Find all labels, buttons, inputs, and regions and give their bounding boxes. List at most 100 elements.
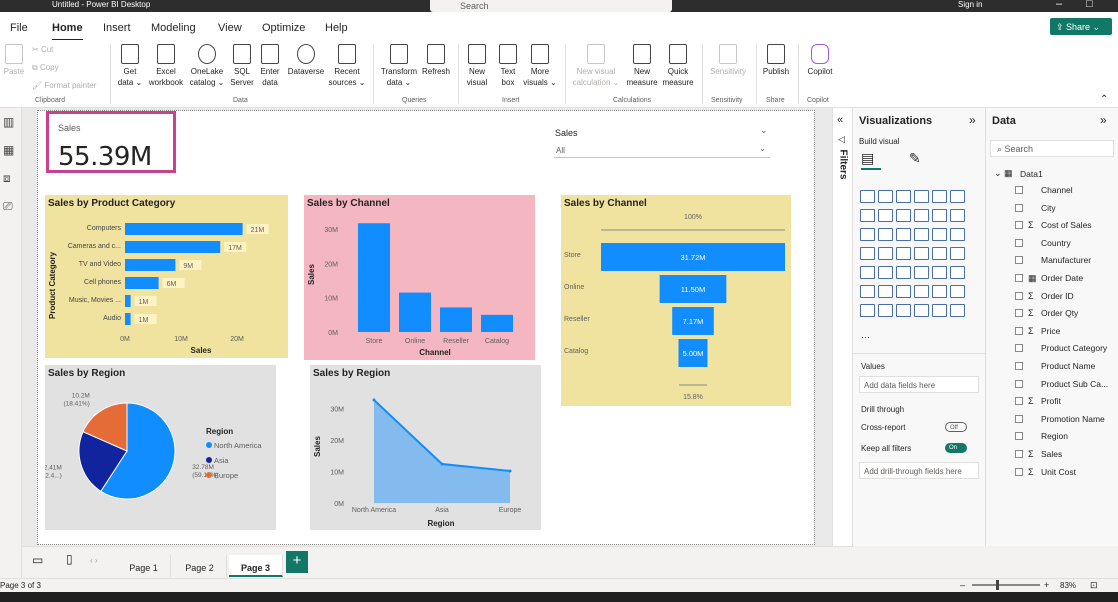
refresh-button[interactable]: Refresh [420, 44, 452, 77]
zoom-in-icon[interactable]: + [1044, 580, 1049, 590]
menu-help[interactable]: Help [325, 22, 348, 34]
values-well[interactable]: Add data fields here [859, 376, 979, 393]
data-search-input[interactable]: ⌕ Search [990, 140, 1114, 157]
visual-type-icon[interactable] [932, 209, 947, 222]
onelake-catalog-button[interactable]: OneLake catalog ⌄ [188, 44, 226, 88]
table-name[interactable]: Data1 [1020, 169, 1043, 179]
visual-type-icon[interactable] [860, 304, 875, 317]
funnel-chart-visual[interactable]: 100% 31.72M Store 11.50M Online 7.17M Reseller… [561, 195, 791, 406]
field-checkbox[interactable] [1015, 326, 1023, 335]
new-measure-button[interactable]: New measure [624, 44, 660, 88]
paste-button[interactable]: Paste [3, 44, 25, 77]
search-box[interactable]: Search [430, 0, 672, 12]
new-visual-button[interactable]: New visual [462, 44, 492, 88]
visual-type-icon[interactable] [878, 285, 893, 298]
visual-type-icon[interactable] [878, 209, 893, 222]
field-checkbox[interactable] [1015, 397, 1023, 406]
field-checkbox[interactable] [1015, 256, 1023, 265]
tab-page-1[interactable]: Page 1 [117, 555, 171, 577]
table-view-icon[interactable]: ▦ [3, 144, 17, 156]
tab-page-2[interactable]: Page 2 [173, 555, 227, 577]
visual-type-icon[interactable] [914, 190, 929, 203]
visual-type-icon[interactable] [914, 285, 929, 298]
more-options-icon[interactable]: ··· [861, 332, 870, 342]
desktop-layout-icon[interactable]: ▭ [32, 553, 43, 567]
visual-type-icon[interactable] [860, 266, 875, 279]
collapse-ribbon-icon[interactable]: ⌃ [1100, 94, 1108, 105]
slicer-chevron-icon[interactable]: ⌄ [760, 125, 768, 136]
field-checkbox[interactable] [1015, 238, 1023, 247]
visual-type-icon[interactable] [914, 304, 929, 317]
visual-type-icon[interactable] [896, 285, 911, 298]
tab-scroll-icon[interactable]: ‹ › [90, 556, 98, 565]
drill-through-well[interactable]: Add drill-through fields here [859, 462, 979, 479]
visual-type-icon[interactable] [914, 266, 929, 279]
mobile-layout-icon[interactable]: ▯ [66, 552, 73, 566]
visual-type-icon[interactable] [896, 209, 911, 222]
copilot-button[interactable]: Copilot [802, 44, 838, 77]
visual-type-icon[interactable] [896, 228, 911, 241]
text-box-button[interactable]: Text box [494, 44, 522, 88]
pie-chart-visual[interactable]: 32.78M(59.18%)12.41M(22.4...)10.2M(18.41… [39, 365, 276, 530]
dataverse-button[interactable]: Dataverse [285, 44, 327, 77]
visual-type-icon[interactable] [932, 247, 947, 260]
column-chart-visual[interactable]: 0M 10M 20M 30M Store Online Reseller Catalog Cha… [304, 195, 535, 360]
menu-file[interactable]: File [10, 22, 28, 34]
cross-report-toggle[interactable]: Off [945, 422, 967, 432]
enter-data-button[interactable]: Enter data [256, 44, 284, 88]
field-checkbox[interactable] [1015, 221, 1023, 230]
visual-type-icon[interactable] [932, 285, 947, 298]
maximize-icon[interactable]: □ [1086, 0, 1093, 10]
collapse-pane-icon[interactable]: » [969, 113, 976, 127]
field-checkbox[interactable] [1015, 309, 1023, 318]
share-button[interactable]: ⇪ Share ⌄ [1050, 18, 1112, 35]
visual-type-icon[interactable] [932, 266, 947, 279]
visual-type-icon[interactable] [860, 285, 875, 298]
menu-home[interactable]: Home [52, 22, 83, 41]
field-checkbox[interactable] [1015, 432, 1023, 441]
menu-insert[interactable]: Insert [103, 22, 131, 34]
expand-filters-icon[interactable]: « [837, 114, 843, 126]
field-checkbox[interactable] [1015, 274, 1023, 282]
visual-type-icon[interactable] [878, 190, 893, 203]
more-visuals-button[interactable]: More visuals ⌄ [522, 44, 558, 88]
cut-button[interactable]: ✂ Cut [32, 44, 53, 55]
transform-data-button[interactable]: Transform data ⌄ [378, 44, 420, 88]
keep-all-filters-toggle[interactable]: On [945, 443, 967, 453]
field-checkbox[interactable] [1015, 203, 1023, 212]
visual-type-icon[interactable] [878, 304, 893, 317]
field-checkbox[interactable] [1015, 344, 1023, 353]
quick-measure-button[interactable]: Quick measure [660, 44, 696, 88]
visual-type-icon[interactable] [896, 266, 911, 279]
table-expand-icon[interactable]: ⌄ ▦ [994, 168, 1013, 179]
visual-type-icon[interactable] [860, 228, 875, 241]
collapse-data-icon[interactable]: » [1100, 113, 1107, 127]
dax-query-icon[interactable]: ⎚ [3, 200, 17, 212]
visual-type-icon[interactable] [932, 190, 947, 203]
menu-view[interactable]: View [218, 22, 242, 34]
field-checkbox[interactable] [1015, 186, 1023, 194]
visual-type-icon[interactable] [878, 266, 893, 279]
sensitivity-button[interactable]: Sensitivity [706, 44, 750, 77]
recent-sources-button[interactable]: Recent sources ⌄ [328, 44, 366, 88]
visual-type-icon[interactable] [878, 228, 893, 241]
sql-server-button[interactable]: SQL Server [228, 44, 256, 88]
sign-in-link[interactable]: Sign in [958, 0, 982, 9]
visual-type-icon[interactable] [896, 247, 911, 260]
visual-type-icon[interactable] [896, 190, 911, 203]
bar-chart-visual[interactable]: Computers 21M Cameras and c... 17M TV and Vi… [45, 195, 288, 358]
model-view-icon[interactable]: ⧈ [3, 172, 17, 184]
zoom-slider-thumb[interactable] [996, 580, 999, 590]
add-page-button[interactable]: + [286, 551, 308, 573]
slicer-dropdown[interactable]: All ⌄ [554, 144, 770, 158]
visual-type-icon[interactable] [914, 228, 929, 241]
zoom-out-icon[interactable]: – [960, 580, 965, 590]
visual-type-icon[interactable] [950, 247, 965, 260]
tab-page-3[interactable]: Page 3 [229, 555, 283, 577]
field-checkbox[interactable] [1015, 362, 1023, 370]
field-checkbox[interactable] [1015, 379, 1023, 388]
excel-workbook-button[interactable]: Excel workbook [146, 44, 186, 88]
minimize-icon[interactable]: – [1056, 0, 1062, 10]
visual-type-icon[interactable] [950, 190, 965, 203]
fit-page-icon[interactable]: ⊡ [1090, 580, 1098, 591]
